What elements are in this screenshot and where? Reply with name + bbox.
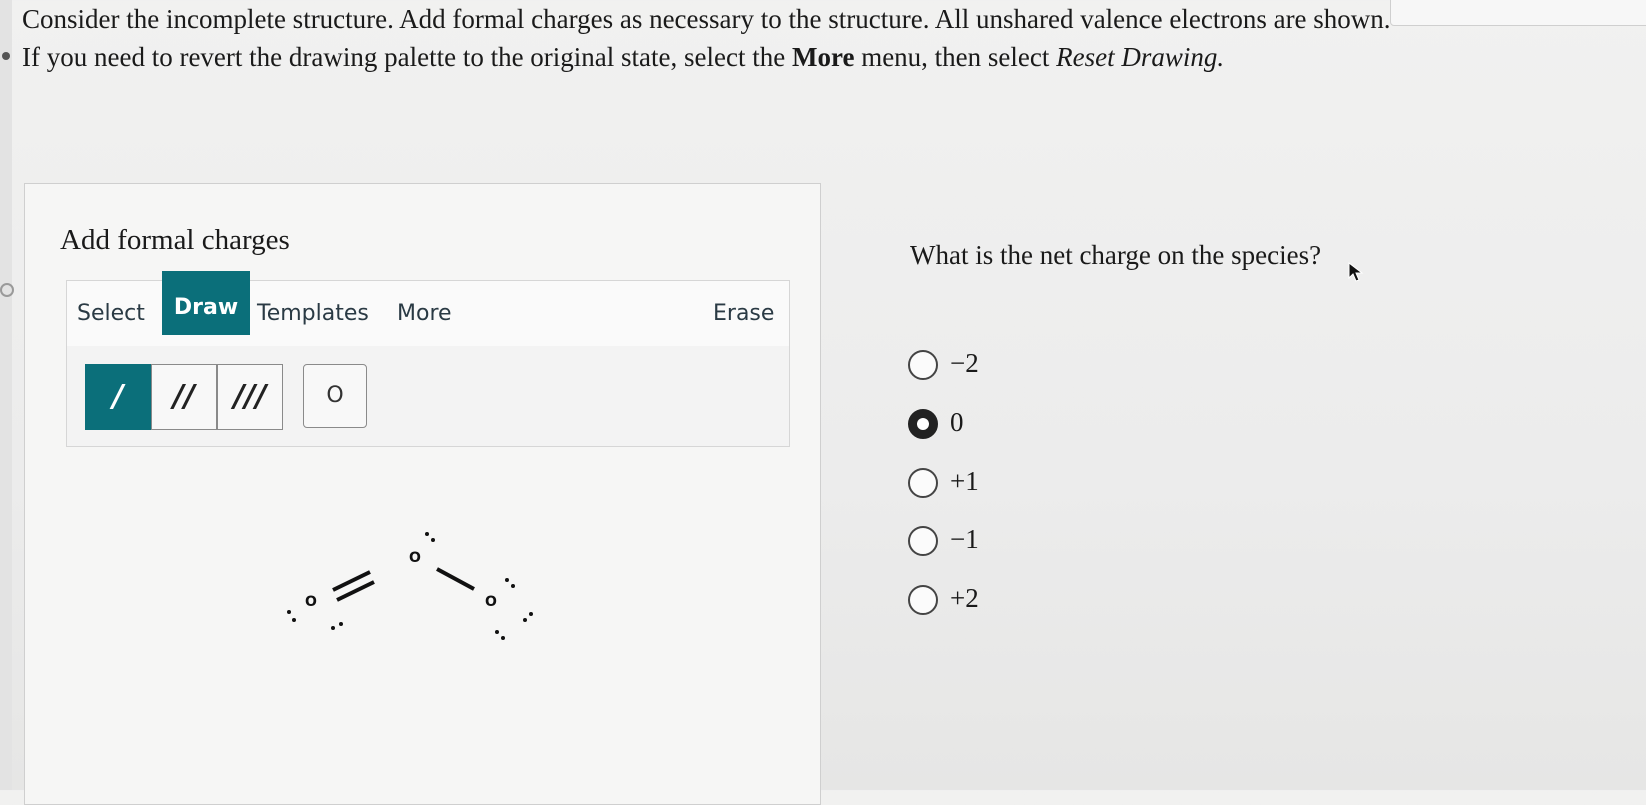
tool-palette: / // /// O <box>66 346 790 447</box>
question-text: Consider the incomplete structure. Add f… <box>22 4 1391 34</box>
left-edge-strip <box>0 0 14 790</box>
triple-bond-button[interactable]: /// <box>217 364 283 430</box>
oxygen-atom-right[interactable]: O <box>485 594 497 610</box>
bullet-icon <box>2 52 10 60</box>
oxygen-atom-center[interactable]: O <box>409 550 421 566</box>
ozone-structure[interactable]: O O O <box>285 514 545 644</box>
panel-title: Add formal charges <box>60 224 290 256</box>
radio-button[interactable] <box>908 468 938 498</box>
radio-button-selected[interactable] <box>908 409 938 439</box>
single-bond-line[interactable] <box>436 567 475 591</box>
tab-draw[interactable]: Draw <box>162 271 250 335</box>
single-bond-button[interactable]: / <box>85 364 151 430</box>
oxygen-atom-left[interactable]: O <box>305 594 317 610</box>
drawing-panel: Add formal charges Select Draw Templates… <box>24 183 821 805</box>
radio-button[interactable] <box>908 585 938 615</box>
logo-icon <box>0 283 14 297</box>
oxygen-atom-button[interactable]: O <box>303 364 367 428</box>
option-label: 0 <box>950 407 964 437</box>
tab-templates[interactable]: Templates <box>257 281 369 347</box>
radio-button[interactable] <box>908 526 938 556</box>
instruction-text: If you need to revert the drawing palett… <box>22 42 1225 72</box>
radio-button[interactable] <box>908 350 938 380</box>
lone-pair-dots <box>287 532 533 640</box>
tab-select[interactable]: Select <box>77 281 145 347</box>
option-label: −1 <box>950 524 979 554</box>
drawing-toolbar: Select Draw Templates More Erase <box>66 271 790 348</box>
option-label: −2 <box>950 348 979 378</box>
net-charge-question: What is the net charge on the species? <box>910 240 1322 270</box>
double-bond-button[interactable]: // <box>151 364 217 430</box>
attempt-box <box>1390 0 1646 26</box>
cursor-icon <box>1348 262 1364 282</box>
erase-button[interactable]: Erase <box>713 281 774 347</box>
option-label: +2 <box>950 583 979 613</box>
tab-more[interactable]: More <box>397 281 452 347</box>
option-label: +1 <box>950 466 979 496</box>
